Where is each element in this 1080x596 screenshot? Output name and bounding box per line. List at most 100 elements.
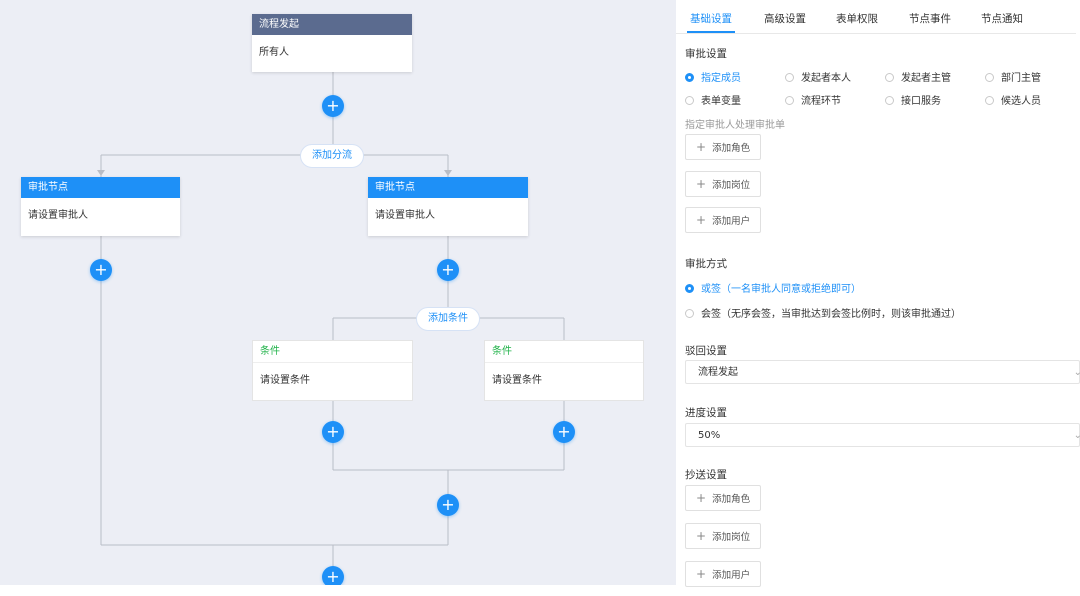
condition-node-title: 条件 [485,341,643,363]
approver-node-right[interactable]: 审批节点 请设置审批人 [368,177,528,236]
active-tab-indicator [687,31,735,33]
settings-tabs: 基础设置 高级设置 表单权限 节点事件 节点通知 [676,0,1076,34]
reject-settings-heading: 驳回设置 [685,345,727,357]
radio-icon [785,96,794,105]
plus-icon: + [94,260,108,279]
add-branch-button[interactable]: 添加分流 [300,144,364,168]
plus-icon: + [696,529,707,543]
condition-node-body: 请设置条件 [260,375,310,386]
flow-connectors [97,72,565,585]
plus-icon: + [441,495,455,514]
tab-advanced-settings[interactable]: 高级设置 [764,11,806,26]
radio-icon [685,96,694,105]
add-node-button[interactable]: + [322,95,344,117]
radio-label: 表单变量 [701,96,741,107]
radio-label: 发起者主管 [901,73,951,84]
plus-icon: + [441,260,455,279]
node-settings-panel: 基础设置 高级设置 表单权限 节点事件 节点通知 审批设置 指定成员 发起者本人… [676,0,1080,596]
radio-label: 流程环节 [801,96,841,107]
add-node-button[interactable]: + [437,494,459,516]
radio-label: 候选人员 [1001,96,1041,107]
tab-basic-settings[interactable]: 基础设置 [690,11,732,26]
button-label: 添加用户 [712,216,751,227]
approver-option-candidates[interactable]: 候选人员 [985,92,1041,107]
radio-label: 接口服务 [901,96,941,107]
approval-settings-heading: 审批设置 [685,48,727,60]
chevron-down-icon: ⌄ [1073,367,1080,378]
add-node-button[interactable]: + [437,259,459,281]
method-option-any[interactable]: 或签（一名审批人同意或拒绝即可） [685,280,861,295]
approver-node-left[interactable]: 审批节点 请设置审批人 [21,177,180,236]
plus-icon: + [696,177,707,191]
cc-add-user-button[interactable]: + 添加用户 [685,561,762,587]
radio-icon [985,73,994,82]
approver-node-title: 审批节点 [21,177,180,198]
start-node-body: 所有人 [259,47,289,58]
radio-icon [885,96,894,105]
plus-icon: + [326,422,340,441]
flow-canvas[interactable]: 流程发起 所有人 + 添加分流 审批节点 请设置审批人 审批节点 请设置审批人 … [0,0,676,585]
radio-label: 会签（无序会签，当审批达到会签比例时，则该审批通过） [701,309,961,320]
reject-target-select[interactable]: 流程发起 ⌄ [685,360,1080,384]
approver-option-initiator[interactable]: 发起者本人 [785,69,851,84]
button-label: 添加角色 [712,143,751,154]
approver-option-initiator-supervisor[interactable]: 发起者主管 [885,69,951,84]
plus-icon: + [696,140,707,154]
condition-node-right[interactable]: 条件 请设置条件 [484,340,644,401]
plus-icon: + [696,567,707,581]
approver-option-process-step[interactable]: 流程环节 [785,92,841,107]
plus-icon: + [326,96,340,115]
approver-option-specified-members[interactable]: 指定成员 [685,69,741,84]
approver-option-department-head[interactable]: 部门主管 [985,69,1041,84]
plus-icon: + [557,422,571,441]
add-node-button[interactable]: + [322,566,344,585]
radio-icon [885,73,894,82]
start-node[interactable]: 流程发起 所有人 [252,14,412,72]
plus-icon: + [326,567,340,585]
button-label: 添加角色 [712,494,751,505]
button-label: 添加岗位 [712,180,751,191]
approver-option-form-variable[interactable]: 表单变量 [685,92,741,107]
plus-icon: + [696,491,707,505]
method-option-all[interactable]: 会签（无序会签，当审批达到会签比例时，则该审批通过） [685,305,961,320]
add-role-button[interactable]: + 添加角色 [685,134,762,160]
radio-icon [985,96,994,105]
cc-settings-heading: 抄送设置 [685,469,727,481]
add-position-button[interactable]: + 添加岗位 [685,171,762,197]
radio-label: 部门主管 [1001,73,1041,84]
add-node-button[interactable]: + [553,421,575,443]
cc-add-role-button[interactable]: + 添加角色 [685,485,762,511]
radio-icon [685,73,694,82]
add-node-button[interactable]: + [90,259,112,281]
add-node-button[interactable]: + [322,421,344,443]
approver-node-body: 请设置审批人 [28,210,88,221]
approval-method-heading: 审批方式 [685,258,727,270]
radio-icon [785,73,794,82]
progress-settings-heading: 进度设置 [685,407,727,419]
select-value: 流程发起 [698,367,738,378]
approver-hint: 指定审批人处理审批单 [685,120,785,131]
approver-option-api-service[interactable]: 接口服务 [885,92,941,107]
approver-node-body: 请设置审批人 [375,210,435,221]
plus-icon: + [696,213,707,227]
add-user-button[interactable]: + 添加用户 [685,207,762,233]
approver-node-title: 审批节点 [368,177,528,198]
select-value: 50% [698,430,721,441]
condition-node-left[interactable]: 条件 请设置条件 [252,340,413,401]
button-label: 添加用户 [712,570,751,581]
progress-select[interactable]: 50% ⌄ [685,423,1080,447]
tab-form-permissions[interactable]: 表单权限 [836,11,878,26]
cc-add-position-button[interactable]: + 添加岗位 [685,523,762,549]
button-label: 添加岗位 [712,532,751,543]
radio-label: 或签（一名审批人同意或拒绝即可） [701,284,861,295]
radio-icon [685,284,694,293]
start-node-title: 流程发起 [252,14,412,35]
tab-node-notifications[interactable]: 节点通知 [981,11,1023,26]
condition-node-body: 请设置条件 [492,375,542,386]
radio-label: 指定成员 [701,73,741,84]
tab-node-events[interactable]: 节点事件 [909,11,951,26]
condition-node-title: 条件 [253,341,412,363]
add-condition-button[interactable]: 添加条件 [416,307,480,331]
chevron-down-icon: ⌄ [1073,430,1080,441]
radio-label: 发起者本人 [801,73,851,84]
